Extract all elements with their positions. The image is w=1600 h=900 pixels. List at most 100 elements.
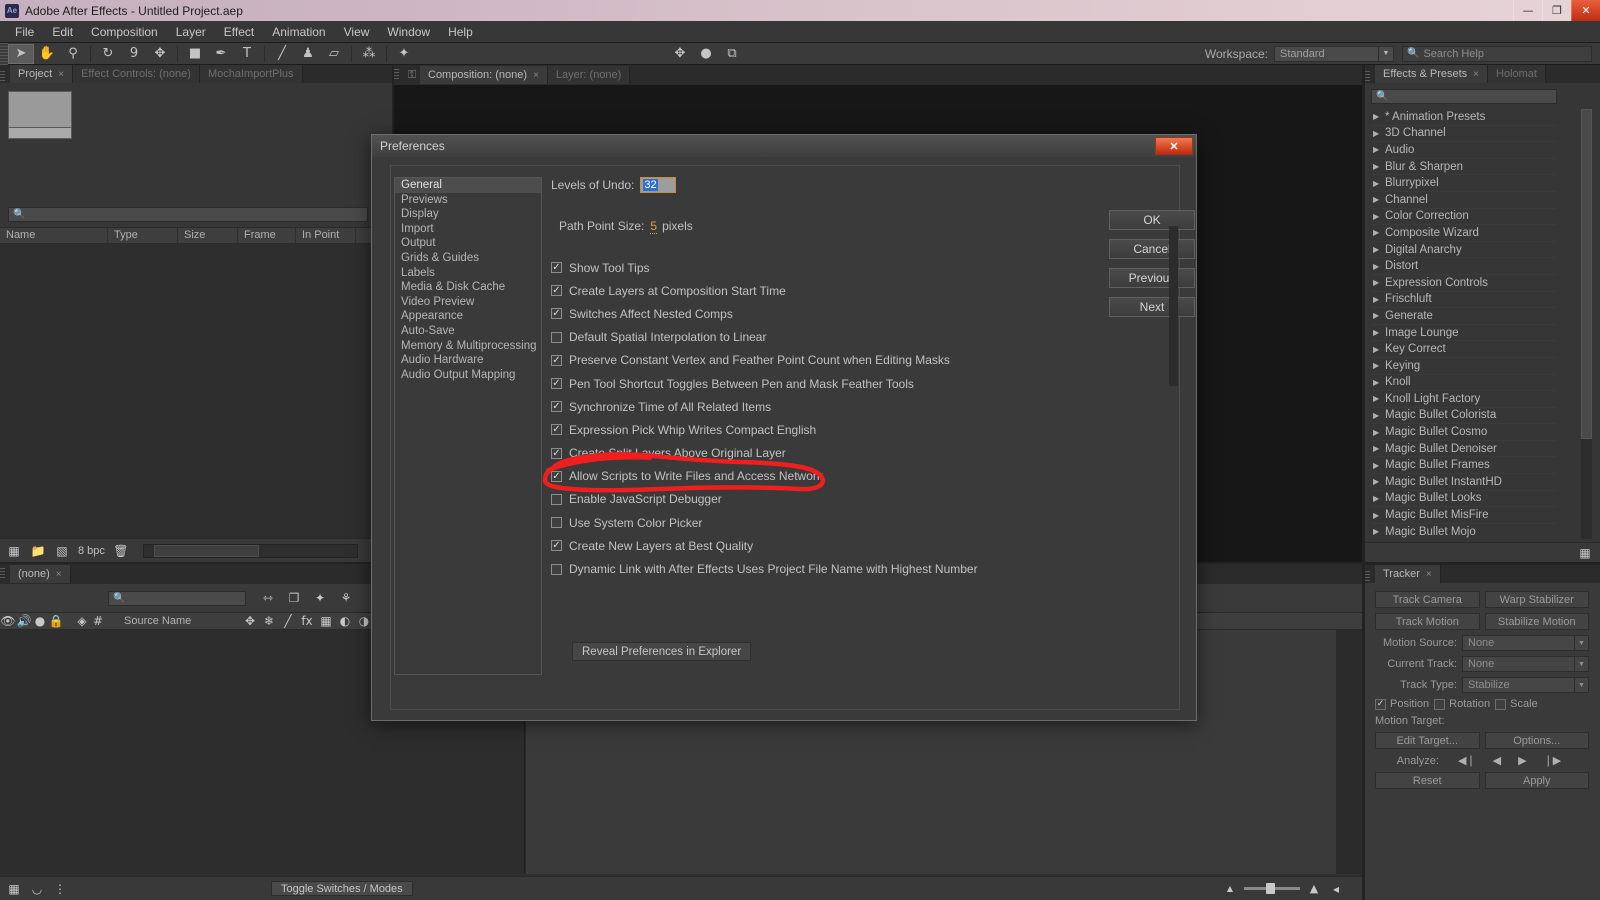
timeline-zoom-slider[interactable] xyxy=(1244,887,1300,890)
label-color-icon[interactable]: ◈ xyxy=(74,614,90,628)
delete-icon[interactable]: 🗑 xyxy=(113,544,129,558)
audio-icon[interactable]: 🔊 xyxy=(16,614,32,628)
toggle-switches-modes-button[interactable]: Toggle Switches / Modes xyxy=(271,881,413,896)
checkbox-icon[interactable]: ✓ xyxy=(1375,699,1386,710)
tracker-tab-tracker[interactable]: Tracker × xyxy=(1375,565,1441,583)
preferences-category-previews[interactable]: Previews xyxy=(395,193,541,208)
preference-option-row[interactable]: ✓ Preserve Constant Vertex and Feather Po… xyxy=(551,349,1111,372)
puppet-pin-tool[interactable]: ✦ xyxy=(391,44,417,64)
preferences-category-grids-guides[interactable]: Grids & Guides xyxy=(395,251,541,266)
project-settings-icon[interactable]: ▧ xyxy=(54,544,70,558)
effects-category-row[interactable]: ▶ Magic Bullet Cosmo xyxy=(1371,424,1557,441)
project-tab-effect-controls-none[interactable]: Effect Controls: (none) xyxy=(73,65,200,83)
chevron-right-icon[interactable]: ▶ xyxy=(1373,245,1385,254)
effects-vertical-scrollbar[interactable] xyxy=(1581,109,1592,539)
reveal-preferences-button[interactable]: Reveal Preferences in Explorer xyxy=(572,642,751,661)
checkbox-icon[interactable] xyxy=(551,564,562,575)
preference-option-row[interactable]: ✓ Create Split Layers Above Original Laye… xyxy=(551,442,1111,465)
close-icon[interactable]: × xyxy=(1426,569,1432,580)
chevron-right-icon[interactable]: ▶ xyxy=(1373,262,1385,271)
tracker-button-options-[interactable]: Options... xyxy=(1485,732,1590,749)
hide-shy-layers-icon[interactable]: ✦ xyxy=(312,591,328,605)
tracker-button-reset[interactable]: Reset xyxy=(1375,772,1480,789)
project-column-type[interactable]: Type xyxy=(108,227,178,244)
checkbox-icon[interactable]: ✓ xyxy=(551,308,562,319)
camera-tool[interactable]: ὏9 xyxy=(121,44,147,64)
checkbox-icon[interactable]: ✓ xyxy=(551,262,562,273)
toggle-switches-icon[interactable]: ▦ xyxy=(6,882,22,896)
analyze-forward-icon[interactable]: ▶ xyxy=(1518,754,1526,767)
scrollbar-thumb[interactable] xyxy=(1581,109,1592,439)
preference-option-row[interactable]: Default Spatial Interpolation to Linear xyxy=(551,326,1111,349)
collapse-switch-icon[interactable]: ❄ xyxy=(261,614,277,628)
close-button[interactable]: ✕ xyxy=(1571,0,1600,21)
effects-category-row[interactable]: ▶ Composite Wizard xyxy=(1371,225,1557,242)
close-icon[interactable]: × xyxy=(58,69,64,80)
frame-blend-icon[interactable]: ▦ xyxy=(318,614,334,628)
type-tool[interactable]: T xyxy=(234,44,260,64)
preference-option-row[interactable]: ✓ Allow Scripts to Write Files and Access… xyxy=(551,465,1111,488)
brush-tool[interactable]: ╱ xyxy=(269,44,295,64)
effects-category-row[interactable]: ▶ Blurrypixel xyxy=(1371,175,1557,192)
effects-category-row[interactable]: ▶ Knoll Light Factory xyxy=(1371,391,1557,408)
effects-search-input[interactable]: 🔍 xyxy=(1371,89,1557,104)
effects-category-row[interactable]: ▶ Magic Bullet Colorista xyxy=(1371,408,1557,425)
chevron-right-icon[interactable]: ▶ xyxy=(1373,129,1385,138)
lock-icon[interactable]: ⚿ xyxy=(404,69,420,82)
project-column-frame-r[interactable]: Frame R... xyxy=(238,227,296,244)
preference-option-row[interactable]: Dynamic Link with After Effects Uses Pro… xyxy=(551,557,1111,580)
effects-category-row[interactable]: ▶ Distort xyxy=(1371,258,1557,275)
chevron-right-icon[interactable]: ▶ xyxy=(1373,212,1385,221)
chevron-right-icon[interactable]: ▶ xyxy=(1373,278,1385,287)
zoom-in-icon[interactable]: ▲ xyxy=(1306,882,1322,896)
checkbox-icon[interactable] xyxy=(551,517,562,528)
pan-behind-tool[interactable]: ✥ xyxy=(147,44,173,64)
tracker-button-track-camera[interactable]: Track Camera xyxy=(1375,591,1480,608)
project-column-size[interactable]: Size xyxy=(178,227,238,244)
checkbox-icon[interactable] xyxy=(551,494,562,505)
project-item-list[interactable] xyxy=(0,244,392,538)
effects-category-row[interactable]: ▶ * Animation Presets xyxy=(1371,109,1557,126)
checkbox-icon[interactable]: ✓ xyxy=(551,448,562,459)
close-icon[interactable]: × xyxy=(56,569,62,580)
panel-grip[interactable] xyxy=(0,568,5,580)
checkbox-icon[interactable]: ✓ xyxy=(551,378,562,389)
checkbox-icon[interactable]: ✓ xyxy=(551,285,562,296)
chevron-right-icon[interactable]: ▶ xyxy=(1373,428,1385,437)
shape-tool[interactable]: ■ xyxy=(182,44,208,64)
effects-category-row[interactable]: ▶ Magic Bullet Denoiser xyxy=(1371,441,1557,458)
tracker-button-stabilize-motion[interactable]: Stabilize Motion xyxy=(1485,613,1590,630)
tracker-button-warp-stabilizer[interactable]: Warp Stabilizer xyxy=(1485,591,1590,608)
project-search-input[interactable]: 🔍 xyxy=(8,207,368,222)
chevron-right-icon[interactable]: ▶ xyxy=(1373,361,1385,370)
effects-category-row[interactable]: ▶ Channel xyxy=(1371,192,1557,209)
preferences-category-display[interactable]: Display xyxy=(395,207,541,222)
timeline-search-input[interactable]: 🔍 xyxy=(108,591,246,606)
effects-category-row[interactable]: ▶ Magic Bullet Looks xyxy=(1371,491,1557,508)
preference-option-row[interactable]: ✓ Create New Layers at Best Quality xyxy=(551,534,1111,557)
panel-grip[interactable] xyxy=(1365,71,1370,83)
preference-option-row[interactable]: Use System Color Picker xyxy=(551,511,1111,534)
preferences-category-labels[interactable]: Labels xyxy=(395,266,541,281)
chevron-right-icon[interactable]: ▶ xyxy=(1373,411,1385,420)
preferences-ok-button[interactable]: OK xyxy=(1109,210,1195,230)
chevron-right-icon[interactable]: ▶ xyxy=(1373,345,1385,354)
levels-of-undo-input[interactable]: 32 xyxy=(640,177,676,193)
checkbox-icon[interactable]: ✓ xyxy=(551,401,562,412)
draft-3d-icon[interactable]: ❐ xyxy=(286,591,302,605)
comp-flowchart-icon[interactable]: ◡ xyxy=(29,882,45,896)
preferences-category-import[interactable]: Import xyxy=(395,222,541,237)
bit-depth-label[interactable]: 8 bpc xyxy=(78,545,105,557)
analyze-1-frame-back-icon[interactable]: ◀❘ xyxy=(1458,754,1476,767)
effects-category-row[interactable]: ▶ Keying xyxy=(1371,358,1557,375)
preferences-category-auto-save[interactable]: Auto-Save xyxy=(395,324,541,339)
shy-switch-icon[interactable]: ✥ xyxy=(242,614,258,628)
timeline-tab-none[interactable]: (none) × xyxy=(10,565,71,583)
new-folder-icon[interactable]: 📁 xyxy=(30,544,46,558)
effects-category-row[interactable]: ▶ Magic Bullet MisFire xyxy=(1371,507,1557,524)
checkbox-icon[interactable] xyxy=(551,332,562,343)
tracker-checkbox-position[interactable]: ✓ Position xyxy=(1375,698,1429,710)
preferences-category-audio-output-mapping[interactable]: Audio Output Mapping xyxy=(395,368,541,383)
chevron-right-icon[interactable]: ▶ xyxy=(1373,112,1385,121)
composition-tab-layer-none[interactable]: Layer: (none) xyxy=(548,66,630,84)
